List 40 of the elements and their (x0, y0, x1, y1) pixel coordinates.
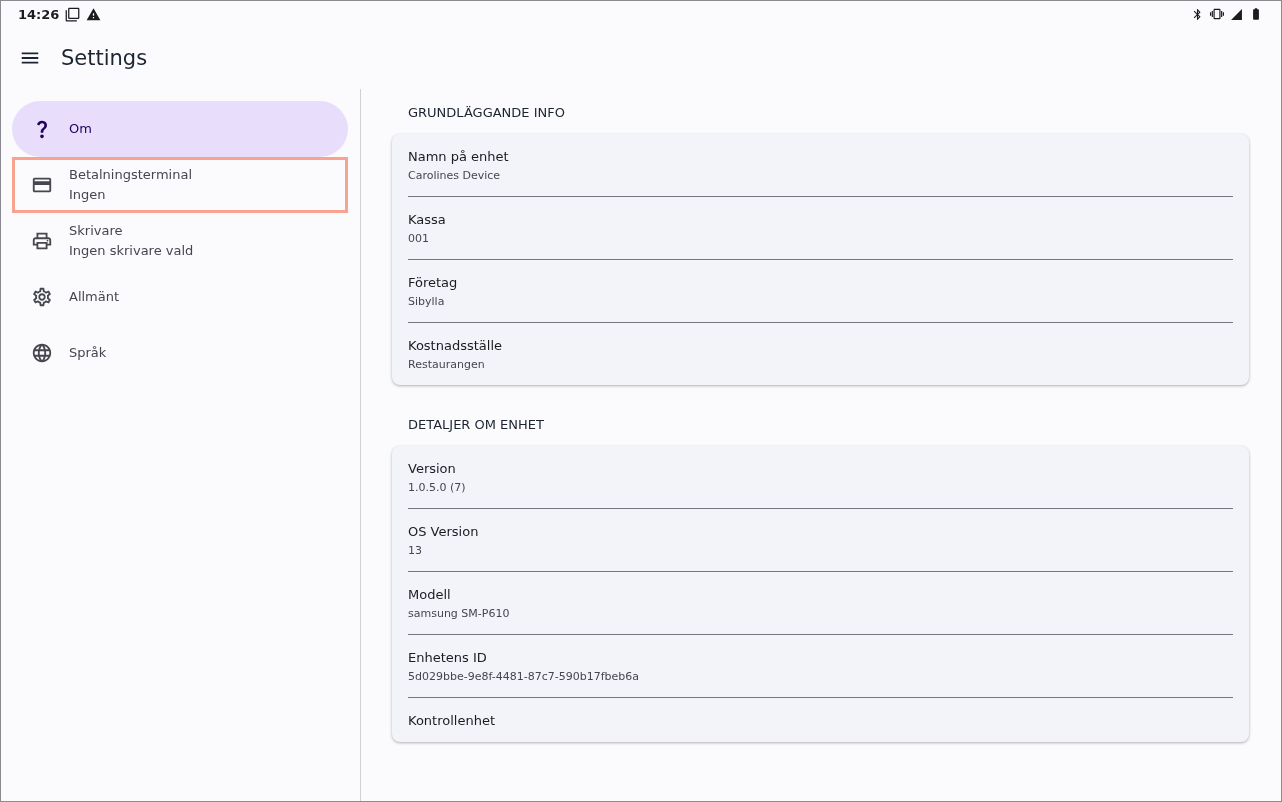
item-label: Om (69, 120, 92, 138)
section-title: DETALJER OM ENHET (407, 416, 545, 434)
field-label: Kassa (408, 212, 447, 227)
field-label: Företag (408, 275, 459, 290)
field-value: 001 (408, 232, 430, 245)
vibration-icon (1210, 7, 1224, 21)
sidebar-item[interactable]: Språk (12, 325, 348, 381)
field-label: Enhetens ID (408, 650, 488, 665)
signal-icon (1230, 7, 1243, 21)
warning-icon (86, 6, 102, 22)
nav-icon (31, 342, 53, 364)
field-label: Version (408, 461, 457, 476)
field-value: Restaurangen (408, 358, 486, 371)
item-label: Allmänt (69, 288, 120, 306)
section-title: GRUNDLÄGGANDE INFO (407, 104, 566, 122)
field-value: Sibylla (408, 295, 446, 308)
item-subtitle: Ingen (69, 186, 107, 204)
field-value: 13 (408, 544, 423, 557)
field-value: 5d029bbe-9e8f-4481-87c7-590b17fbeb6a (408, 670, 640, 683)
sidebar-item[interactable]: Betalningsterminal Ingen (12, 157, 348, 213)
field-label: OS Version (408, 524, 480, 539)
item-label: Betalningsterminal (69, 166, 192, 184)
field-label: Kostnadsställe (408, 338, 503, 353)
item-label: Skrivare (69, 222, 124, 240)
page-title: Settings (61, 46, 148, 70)
sidebar-item[interactable]: Skrivare Ingen skrivare vald (12, 213, 348, 269)
status-time: 14:26 (18, 6, 60, 22)
field-value: 1.0.5.0 (7) (408, 481, 467, 494)
nav-icon (31, 230, 53, 252)
sidebar-item[interactable]: Om (12, 101, 348, 157)
field-value: samsung SM-P610 (408, 607, 511, 620)
nav-icon (31, 286, 53, 308)
field-value: Carolines Device (408, 169, 502, 182)
item-label: Språk (69, 344, 107, 362)
sidebar-item[interactable]: Allmänt (12, 269, 348, 325)
overlapping-squares-icon (65, 6, 81, 22)
field-label: Kontrollenhet (408, 713, 496, 728)
item-subtitle: Ingen skrivare vald (69, 242, 194, 260)
field-label: Namn på enhet (408, 149, 510, 164)
field-label: Modell (408, 587, 452, 602)
